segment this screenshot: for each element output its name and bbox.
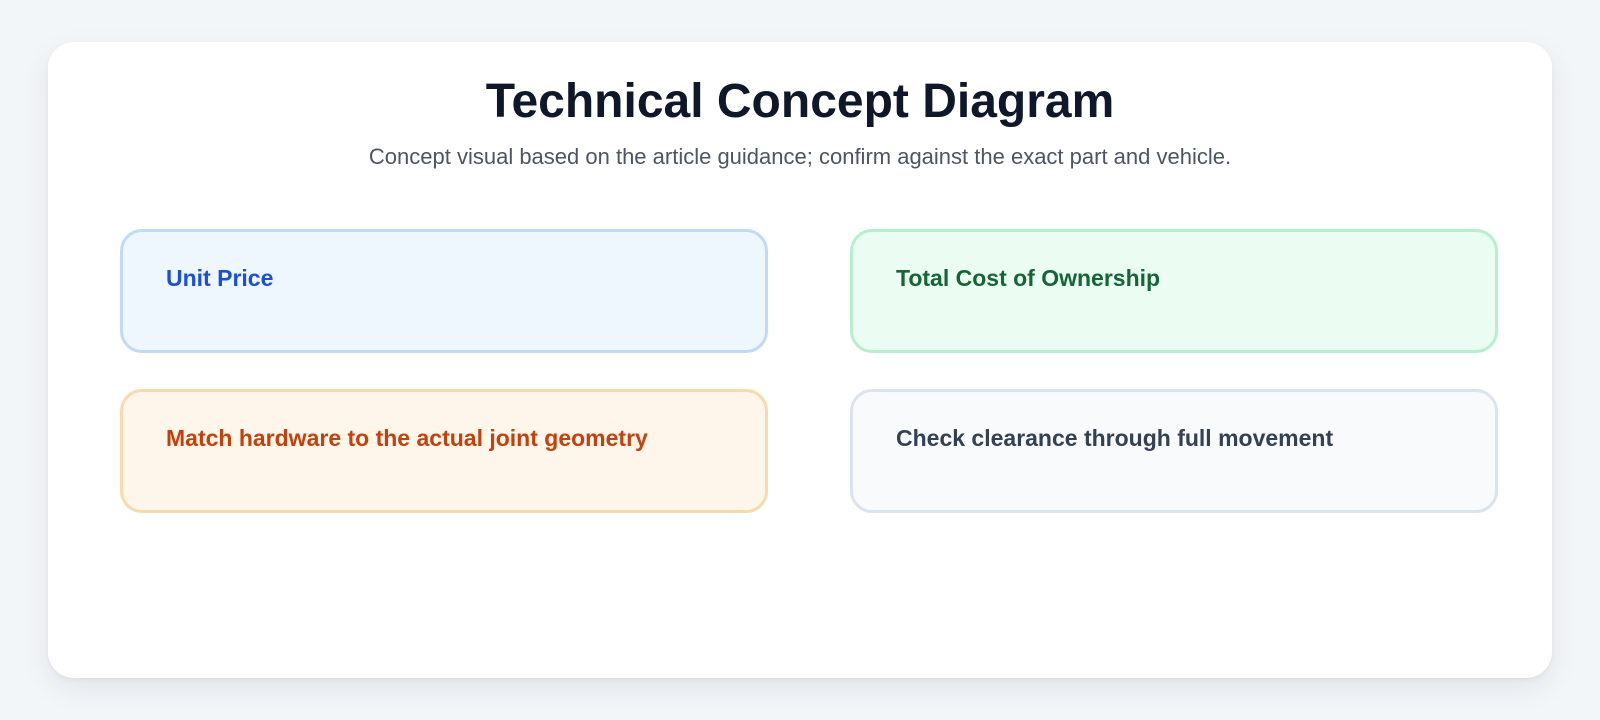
diagram-subtitle: Concept visual based on the article guid… <box>368 144 1232 169</box>
concept-box-label: Check clearance through full movement <box>896 425 1334 451</box>
diagram-title: Technical Concept Diagram <box>485 75 1115 128</box>
concept-box-check-clearance: Check clearance through full movement <box>850 389 1498 513</box>
diagram-card: Technical Concept Diagram Concept visual… <box>48 42 1552 678</box>
concept-box-total-cost-of-ownership: Total Cost of Ownership <box>850 229 1498 353</box>
concept-box-match-hardware: Match hardware to the actual joint geome… <box>120 389 768 513</box>
concept-box-label: Match hardware to the actual joint geome… <box>166 425 648 451</box>
concept-box-unit-price: Unit Price <box>120 229 768 353</box>
concept-box-label: Unit Price <box>166 265 274 291</box>
concept-box-label: Total Cost of Ownership <box>896 265 1161 291</box>
